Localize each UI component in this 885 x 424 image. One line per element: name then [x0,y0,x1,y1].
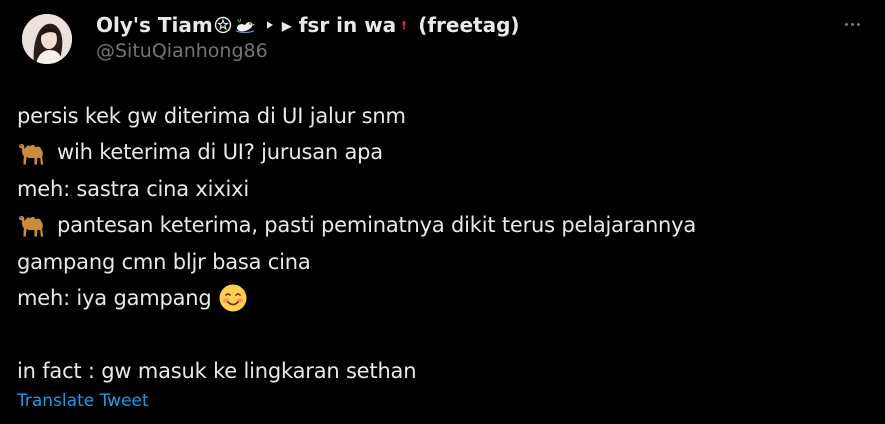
tweet-line: meh: sastra cina xixixi [17,171,865,207]
user-handle[interactable]: @SituQianhong86 [96,40,825,62]
camel-icon [18,216,44,237]
tweet-line-text: wih keterima di UI? jurusan apa [57,140,383,165]
smiling-blush-icon [219,284,247,312]
display-name-row[interactable]: Oly's Tiam ▸ fsr in wa (freetag) [96,11,825,39]
display-name-part3[interactable]: (freetag) [418,13,519,37]
more-options-icon[interactable] [841,14,863,34]
tweet-header: Oly's Tiam ▸ fsr in wa (freetag) @SituQi… [96,11,825,62]
tweet-line-text: pantesan keterima, pasti peminatnya diki… [57,213,697,238]
play-arrow-icon [266,21,273,29]
display-name-part1[interactable]: Oly's Tiam [96,13,213,37]
tweet-line: gampang cmn bljr basa cina [17,244,865,280]
tweet-line-text: meh: sastra cina xixixi [17,176,250,201]
tweet-line: in fact : gw masuk ke lingkaran sethan [17,353,865,389]
exclamation-icon [402,21,406,30]
translate-tweet-link[interactable]: Translate Tweet [17,391,149,411]
tweet-line: meh: iya gampang [17,280,865,316]
tweet-text: persis kek gw diterima di UI jalur snm w… [17,98,865,389]
tweet-line-text: persis kek gw diterima di UI jalur snm [17,104,406,128]
tweet-line-text: gampang cmn bljr basa cina [17,249,311,274]
tweet-line: wih keterima di UI? jurusan apa [17,134,865,170]
camel-icon [18,143,44,165]
duck-icon [235,18,256,34]
tweet-line: pantesan keterima, pasti peminatnya diki… [17,207,865,243]
tweet-line-text: in fact : gw masuk ke lingkaran sethan [17,358,417,383]
tweet-line-text: meh: iya gampang [17,285,212,310]
tweet-line: persis kek gw diterima di UI jalur snm [17,98,865,134]
tweet[interactable]: Oly's Tiam ▸ fsr in wa (freetag) @SituQi… [0,0,885,424]
medal-icon [214,16,231,34]
avatar[interactable] [22,14,72,64]
display-name-part2[interactable]: ▸ fsr in wa [282,13,396,37]
